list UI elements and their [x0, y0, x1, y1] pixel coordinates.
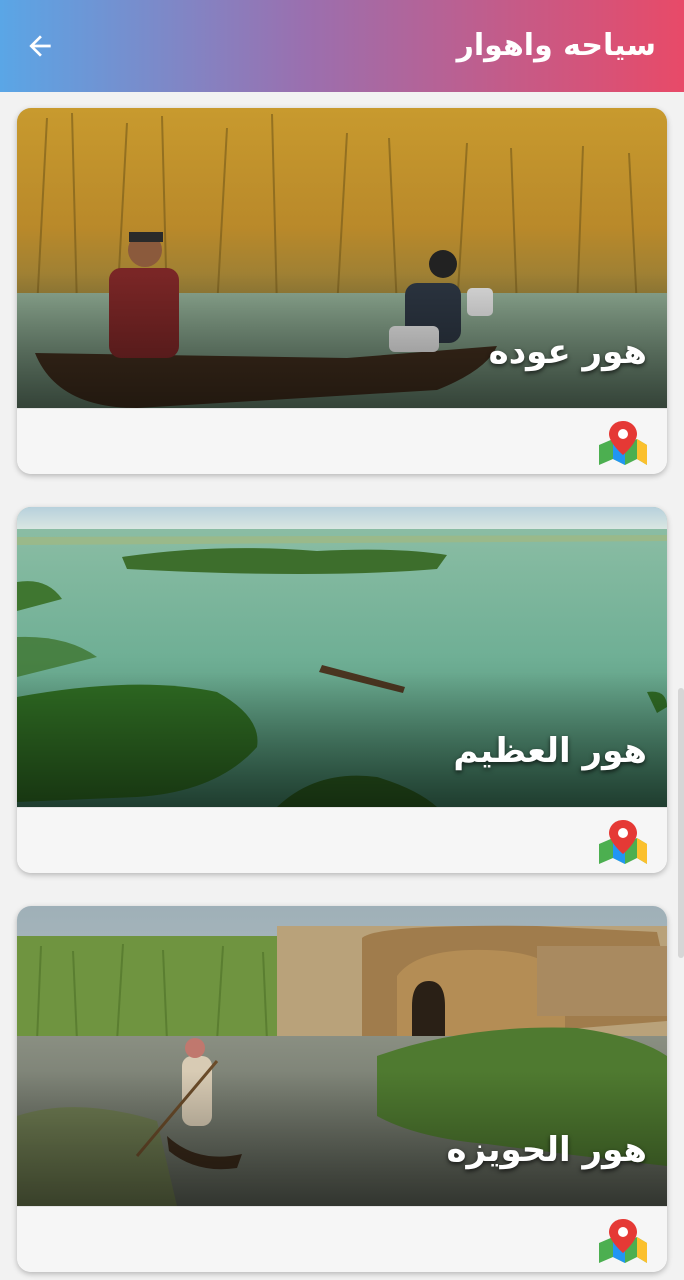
card-footer — [17, 1206, 667, 1272]
marsh-photo: هور عوده — [17, 108, 667, 408]
map-pin-icon[interactable] — [597, 419, 649, 467]
scrollbar[interactable] — [678, 688, 684, 958]
app-bar: سياحه واهوار — [0, 0, 684, 92]
back-button[interactable] — [20, 26, 60, 66]
marsh-title: هور الحويزه — [446, 1130, 647, 1170]
marsh-photo: هور الحويزه — [17, 906, 667, 1206]
card-footer — [17, 807, 667, 873]
marsh-card[interactable]: هور عوده — [17, 108, 667, 474]
marsh-photo: هور العظيم — [17, 507, 667, 807]
marsh-card[interactable]: هور الحويزه — [17, 906, 667, 1272]
page-title: سياحه واهوار — [456, 28, 656, 63]
card-footer — [17, 408, 667, 474]
marsh-card[interactable]: هور العظيم — [17, 507, 667, 873]
marsh-title: هور العظيم — [453, 731, 647, 771]
arrow-left-icon — [29, 35, 51, 57]
marsh-title: هور عوده — [488, 332, 647, 372]
map-pin-icon[interactable] — [597, 1217, 649, 1265]
map-pin-icon[interactable] — [597, 818, 649, 866]
